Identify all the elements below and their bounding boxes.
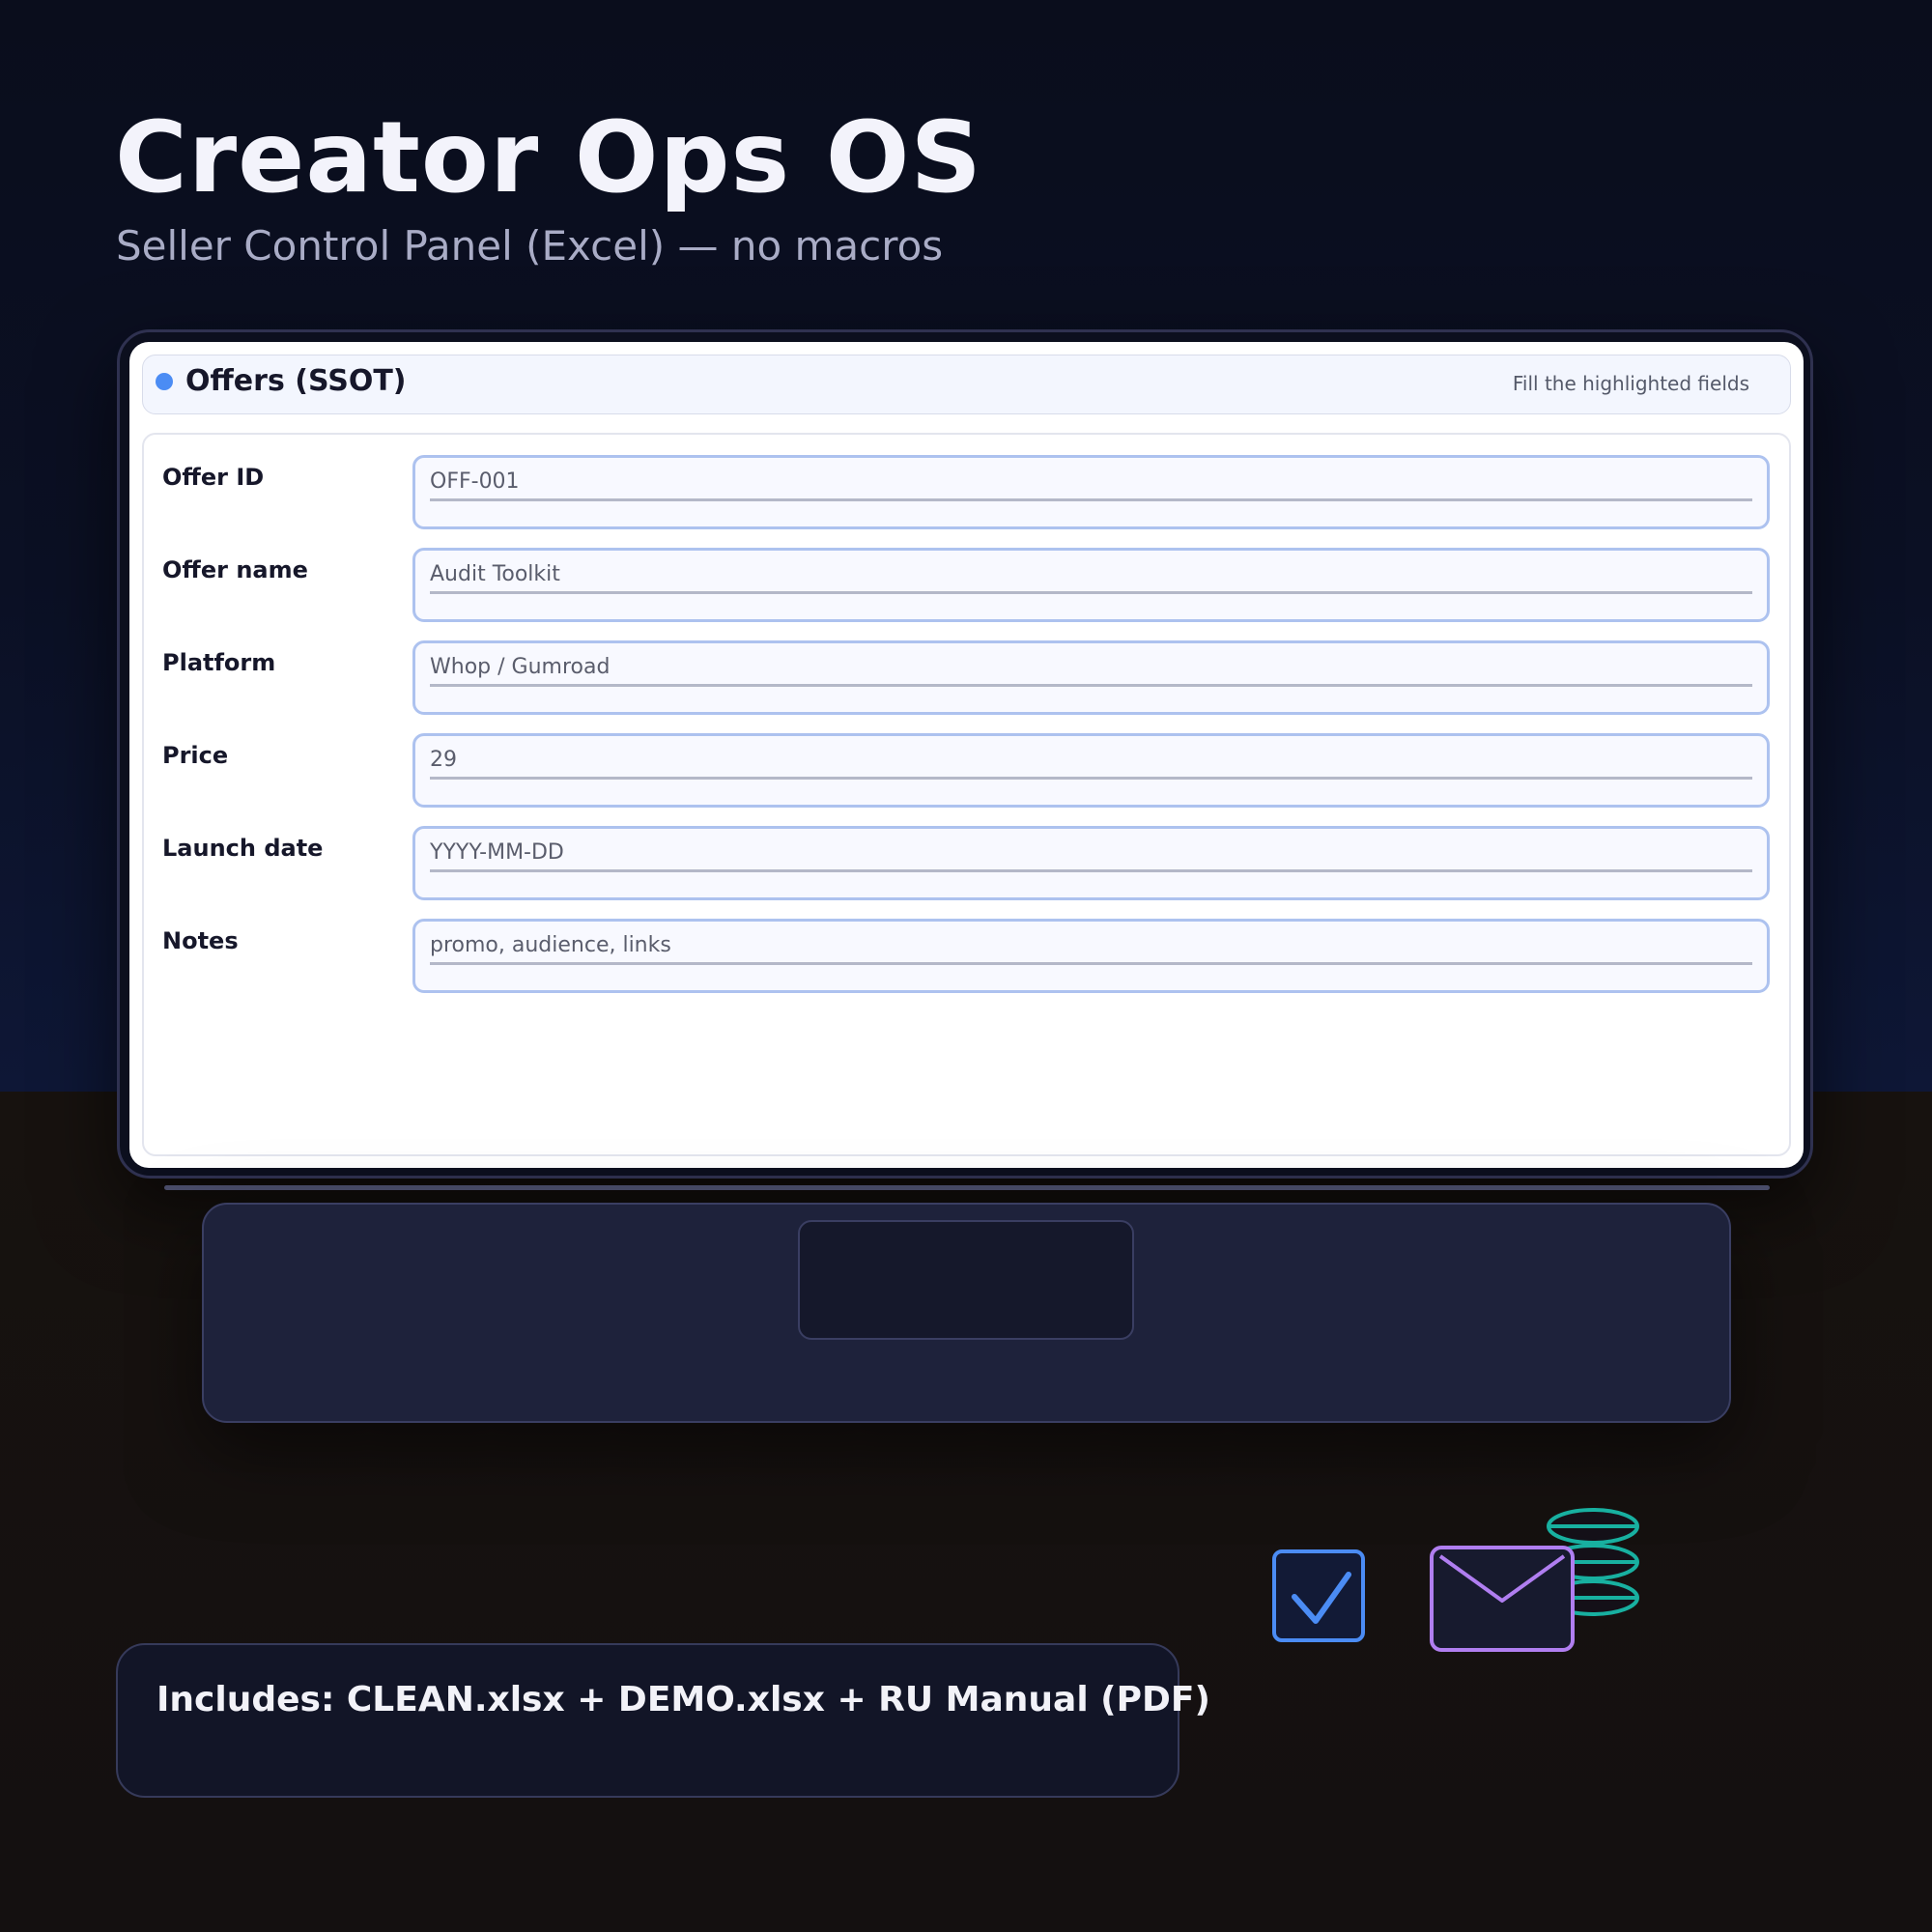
includes-text: Includes: CLEAN.xlsx + DEMO.xlsx + RU Ma… <box>156 1680 1210 1719</box>
notes-label: Notes <box>162 927 239 954</box>
field-underline <box>430 498 1752 501</box>
page-title: Creator Ops OS <box>115 100 982 215</box>
includes-banner: Includes: CLEAN.xlsx + DEMO.xlsx + RU Ma… <box>116 1643 1210 1798</box>
offer-name-value: Audit Toolkit <box>430 562 560 586</box>
notes-value: promo, audience, links <box>430 933 671 957</box>
platform-label: Platform <box>162 649 276 676</box>
monitor-stand-edge <box>164 1185 1770 1190</box>
offer-name-field[interactable]: Audit Toolkit <box>412 548 1770 622</box>
launch-date-value: YYYY-MM-DD <box>430 840 564 865</box>
checkbox-icon <box>1272 1549 1365 1642</box>
panel-title: Offers (SSOT) <box>185 364 407 398</box>
offer-id-field[interactable]: OFF-001 <box>412 455 1770 529</box>
field-underline <box>430 591 1752 594</box>
page-subtitle: Seller Control Panel (Excel) — no macros <box>116 222 944 270</box>
field-underline <box>430 684 1752 687</box>
offer-id-label: Offer ID <box>162 464 265 491</box>
platform-field[interactable]: Whop / Gumroad <box>412 640 1770 715</box>
field-underline <box>430 962 1752 965</box>
status-dot-icon <box>156 373 173 390</box>
price-label: Price <box>162 742 229 769</box>
price-value: 29 <box>430 748 457 772</box>
offer-id-value: OFF-001 <box>430 469 520 494</box>
launch-date-label: Launch date <box>162 835 324 862</box>
price-field[interactable]: 29 <box>412 733 1770 808</box>
panel-hint: Fill the highlighted fields <box>1512 372 1749 395</box>
trackpad <box>798 1220 1134 1340</box>
panel-header: Offers (SSOT) Fill the highlighted field… <box>142 355 1791 414</box>
envelope-icon <box>1430 1546 1575 1652</box>
offer-name-label: Offer name <box>162 556 308 583</box>
notes-field[interactable]: promo, audience, links <box>412 919 1770 993</box>
launch-date-field[interactable]: YYYY-MM-DD <box>412 826 1770 900</box>
platform-value: Whop / Gumroad <box>430 655 611 679</box>
field-underline <box>430 777 1752 780</box>
field-underline <box>430 869 1752 872</box>
